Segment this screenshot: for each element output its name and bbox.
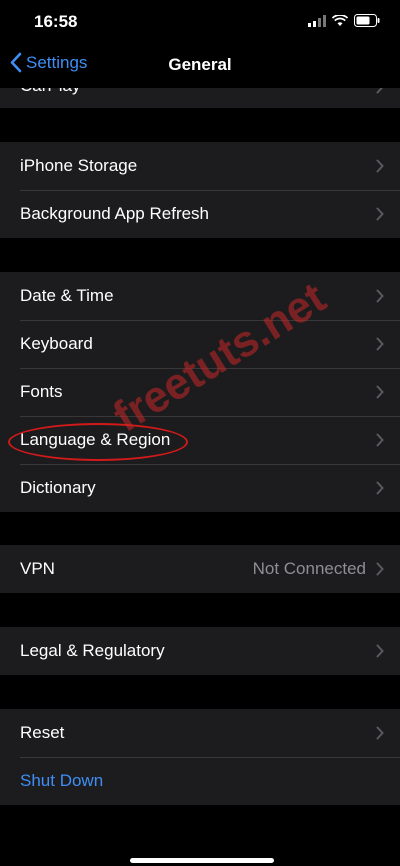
settings-item-reset[interactable]: Reset [0, 709, 400, 757]
battery-icon [354, 14, 380, 27]
chevron-right-icon [376, 337, 384, 351]
chevron-right-icon [376, 289, 384, 303]
settings-item-iphone-storage[interactable]: iPhone Storage [0, 142, 400, 190]
settings-item-label: Keyboard [20, 334, 93, 353]
page-title: General [168, 55, 232, 74]
settings-group-vpn: VPN Not Connected [0, 545, 400, 593]
chevron-right-icon [376, 207, 384, 221]
shut-down-button[interactable]: Shut Down [0, 757, 400, 805]
chevron-right-icon [376, 159, 384, 173]
cellular-signal-icon [308, 14, 326, 27]
chevron-right-icon [376, 88, 383, 94]
settings-item-label: Dictionary [20, 478, 96, 497]
settings-item-fonts[interactable]: Fonts [0, 368, 400, 416]
settings-item-label: VPN [20, 559, 55, 578]
settings-group-legal: Legal & Regulatory [0, 627, 400, 675]
settings-item-keyboard[interactable]: Keyboard [0, 320, 400, 368]
settings-item-label: Legal & Regulatory [20, 641, 165, 660]
vpn-status-value: Not Connected [252, 559, 366, 578]
chevron-right-icon [376, 562, 384, 576]
settings-item-date-time[interactable]: Date & Time [0, 272, 400, 320]
chevron-right-icon [376, 481, 384, 495]
chevron-right-icon [376, 726, 384, 740]
status-time: 16:58 [34, 12, 78, 31]
settings-item-carplay[interactable]: CarPlay [0, 88, 400, 108]
settings-item-label: Language & Region [20, 430, 171, 449]
wifi-icon [332, 14, 348, 26]
settings-group-locale: Date & Time Keyboard Fonts Language & Re… [0, 272, 400, 512]
chevron-right-icon [376, 385, 384, 399]
settings-group-reset: Reset Shut Down [0, 709, 400, 805]
chevron-right-icon [376, 433, 384, 447]
navigation-bar: Settings General [0, 44, 400, 88]
settings-item-label: CarPlay [20, 88, 80, 96]
settings-item-vpn[interactable]: VPN Not Connected [0, 545, 400, 593]
status-bar: 16:58 [0, 0, 400, 44]
chevron-right-icon [376, 644, 384, 658]
settings-group-storage: iPhone Storage Background App Refresh [0, 142, 400, 238]
settings-item-label: Background App Refresh [20, 204, 210, 223]
status-icons [308, 14, 380, 27]
settings-item-label: Reset [20, 723, 65, 742]
settings-item-label: Date & Time [20, 286, 114, 305]
settings-item-background-app-refresh[interactable]: Background App Refresh [0, 190, 400, 238]
settings-item-label: iPhone Storage [20, 156, 138, 175]
settings-item-label: Shut Down [20, 771, 104, 790]
settings-item-language-region[interactable]: Language & Region [0, 416, 400, 464]
home-indicator[interactable] [130, 858, 274, 863]
settings-item-legal-regulatory[interactable]: Legal & Regulatory [0, 627, 400, 675]
settings-item-label: Fonts [20, 382, 63, 401]
settings-item-dictionary[interactable]: Dictionary [0, 464, 400, 512]
